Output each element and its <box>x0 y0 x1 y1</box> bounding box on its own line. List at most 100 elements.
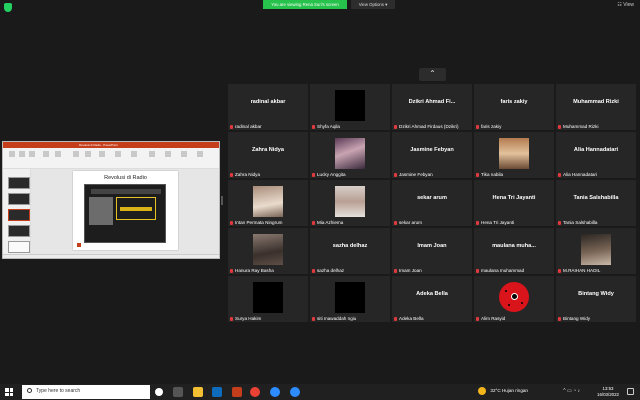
windows-start-icon[interactable] <box>5 388 13 396</box>
notification-icon[interactable] <box>627 388 634 395</box>
participant-tile[interactable]: Intan Permata Ningrum <box>228 180 308 226</box>
participant-tile[interactable]: faris zakiy faris zakiy <box>474 84 554 130</box>
participant-tile[interactable]: Imam Joan Imam Joan <box>392 228 472 274</box>
slide-image <box>84 184 166 243</box>
mic-muted-icon <box>558 317 561 321</box>
taskbar-search[interactable]: Type here to search <box>22 385 150 399</box>
mic-muted-icon <box>230 317 233 321</box>
participant-tile[interactable]: sekar arum sekar arum <box>392 180 472 226</box>
participant-tile[interactable]: Alia Hannadatari Alia Hannadatari <box>556 132 636 178</box>
participant-tile[interactable]: Hena Tri Jayanti Hena Tri Jayanti <box>474 180 554 226</box>
edge-icon[interactable] <box>212 387 222 397</box>
participant-tile[interactable]: Adeka Bella Adeka Bella <box>392 276 472 322</box>
mic-muted-icon <box>394 173 397 177</box>
video-off-placeholder <box>335 90 365 121</box>
video-off-placeholder <box>335 282 365 313</box>
mic-muted-icon <box>312 173 315 177</box>
task-view-icon[interactable] <box>155 388 163 396</box>
participant-tile[interactable]: radinal akbar radinal akbar <box>228 84 308 130</box>
mic-muted-icon <box>312 317 315 321</box>
mic-muted-icon <box>394 221 397 225</box>
participant-name-label: Jasmine Febyan <box>394 172 470 177</box>
view-options-button[interactable]: View Options ▾ <box>351 0 395 9</box>
zoom-icon[interactable] <box>270 387 280 397</box>
viewing-banner: You are viewing Rena Suri's screen <box>263 0 347 9</box>
participant-tile[interactable]: M.RAIHAN HADIL <box>556 228 636 274</box>
participant-name: Hena Tri Jayanti <box>481 220 515 225</box>
participant-name: Alia Hannadatari <box>563 172 597 177</box>
participant-tile[interactable]: Shyfa Aqila <box>310 84 390 130</box>
tray-icons[interactable]: ^ ▭ ◔ ♪ <box>563 388 580 394</box>
participant-display-name: Tania Salshabilla <box>573 195 619 201</box>
participant-name: Alim Rasyid <box>481 316 506 321</box>
participant-display-name: Muhammad Rizki <box>573 99 619 105</box>
mic-muted-icon <box>312 269 315 273</box>
participant-tile[interactable]: Surya Hakim <box>228 276 308 322</box>
participant-name: Muhammad Rizki <box>563 124 599 129</box>
participant-name-label: Hena Tri Jayanti <box>476 220 552 225</box>
weather-condition: Hujan ringan <box>501 388 528 393</box>
participant-display-name: radinal akbar <box>250 99 286 105</box>
slide-thumbnail <box>8 225 30 237</box>
participant-name-label: Alim Rasyid <box>476 316 552 321</box>
participant-display-name: Jasmine Febyan <box>410 147 454 153</box>
participant-display-name: Adeka Bella <box>416 291 448 297</box>
zoom-meeting-icon[interactable] <box>290 387 300 397</box>
participant-display-name: sazha delhaz <box>332 243 368 249</box>
participant-name: Imam Joan <box>399 268 422 273</box>
participant-name: faris zakiy <box>481 124 502 129</box>
participant-tile[interactable]: Alim Rasyid <box>474 276 554 322</box>
powerpoint-icon[interactable] <box>232 387 242 397</box>
participant-name-label: Alia Hannadatari <box>558 172 634 177</box>
participant-name-label: Tania Salshabilla <box>558 220 634 225</box>
participant-name: Hanura Ray Basha <box>235 268 274 273</box>
participant-name-label: sekar arum <box>394 220 470 225</box>
participant-video <box>335 186 365 217</box>
view-button[interactable]: ☷ View <box>617 2 634 8</box>
participant-tile[interactable]: Mia Azhiema <box>310 180 390 226</box>
participant-tile[interactable]: Hanura Ray Basha <box>228 228 308 274</box>
participant-tile[interactable]: Zahra Nidya Zahra Nidya <box>228 132 308 178</box>
participant-name: siti mawaddah ngiu <box>317 316 357 321</box>
grid-page-up-button[interactable]: ⌃ <box>419 68 446 81</box>
weather-icon <box>478 387 486 395</box>
mic-muted-icon <box>230 173 233 177</box>
participant-display-name: Imam Joan <box>417 243 447 249</box>
participant-display-name: Hena Tri Jayanti <box>492 195 536 201</box>
participant-tile[interactable]: Tika nabila <box>474 132 554 178</box>
participant-video <box>335 138 365 169</box>
top-bar: You are viewing Rena Suri's screen View … <box>0 0 640 14</box>
mic-muted-icon <box>312 221 315 225</box>
participant-name: Bintang Widy <box>563 316 591 321</box>
mic-muted-icon <box>476 125 479 129</box>
participant-name: radinal akbar <box>235 124 262 129</box>
participant-tile[interactable]: Lucky Anggita <box>310 132 390 178</box>
participant-tile[interactable]: Bintang Widy Bintang Widy <box>556 276 636 322</box>
participant-tile[interactable]: Tania Salshabilla Tania Salshabilla <box>556 180 636 226</box>
weather-text[interactable]: 32°C Hujan ringan <box>490 388 528 393</box>
participant-tile[interactable]: siti mawaddah ngiu <box>310 276 390 322</box>
participant-name: Surya Hakim <box>235 316 262 321</box>
participant-tile[interactable]: sazha delhaz sazha delhaz <box>310 228 390 274</box>
shield-icon[interactable] <box>4 3 12 12</box>
participant-name: maulana muhammad <box>481 268 525 273</box>
chrome-icon[interactable] <box>250 387 260 397</box>
participant-name-label: radinal akbar <box>230 124 306 129</box>
participant-tile[interactable]: Dzikri Ahmad Fi... Dzikri Ahmad Firdaus (… <box>392 84 472 130</box>
participant-display-name: Bintang Widy <box>578 291 614 297</box>
mic-muted-icon <box>230 221 233 225</box>
participant-name-label: Hanura Ray Basha <box>230 268 306 273</box>
participant-name-label: sazha delhaz <box>312 268 388 273</box>
split-handle[interactable] <box>221 196 223 205</box>
slide-thumbnails <box>3 169 31 255</box>
widgets-icon[interactable] <box>173 387 183 397</box>
participant-tile[interactable]: maulana muha... maulana muhammad <box>474 228 554 274</box>
participant-tile[interactable]: Muhammad Rizki Muhammad Rizki <box>556 84 636 130</box>
grid-icon: ☷ <box>617 2 622 8</box>
ppt-status-bar <box>3 254 219 258</box>
clock[interactable]: 13:53 16/03/2022 <box>597 386 619 398</box>
ppt-ribbon <box>3 148 219 169</box>
participant-tile[interactable]: Jasmine Febyan Jasmine Febyan <box>392 132 472 178</box>
participant-display-name: Dzikri Ahmad Fi... <box>408 99 456 105</box>
file-explorer-icon[interactable] <box>193 387 203 397</box>
